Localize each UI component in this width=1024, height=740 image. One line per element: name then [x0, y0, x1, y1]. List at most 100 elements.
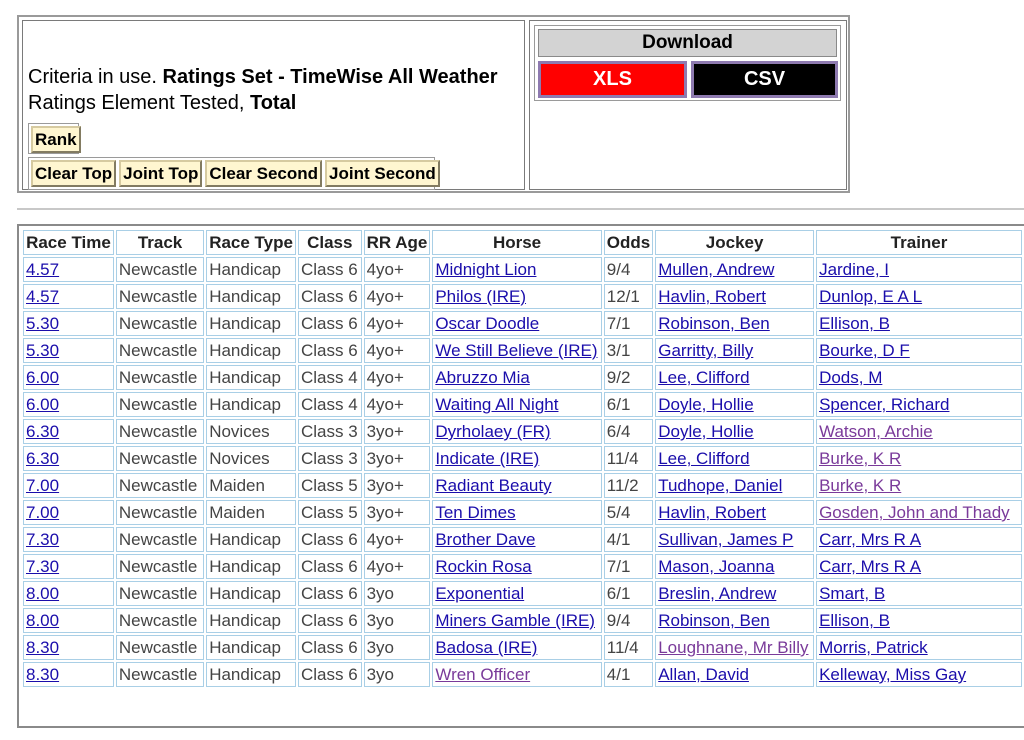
- race-time-link[interactable]: 8.30: [26, 665, 59, 684]
- horse-link[interactable]: We Still Believe (IRE): [435, 341, 597, 360]
- race-time-link[interactable]: 6.00: [26, 368, 59, 387]
- rank-button[interactable]: Rank: [31, 126, 81, 153]
- criteria-set-line: Criteria in use. Ratings Set - TimeWise …: [28, 65, 498, 89]
- horse-link[interactable]: Abruzzo Mia: [435, 368, 529, 387]
- cell-odds: 9/4: [603, 257, 654, 282]
- cell-trainer: Dods, M: [816, 365, 1022, 390]
- horse-link[interactable]: Ten Dimes: [435, 503, 515, 522]
- race-time-link[interactable]: 6.00: [26, 395, 59, 414]
- cell-race-time: 6.30: [23, 446, 114, 471]
- trainer-link[interactable]: Burke, K R: [819, 476, 901, 495]
- jockey-link[interactable]: Lee, Clifford: [658, 449, 749, 468]
- jockey-link[interactable]: Breslin, Andrew: [658, 584, 776, 603]
- jockey-link[interactable]: Tudhope, Daniel: [658, 476, 782, 495]
- trainer-link[interactable]: Ellison, B: [819, 314, 890, 333]
- race-time-link[interactable]: 7.30: [26, 557, 59, 576]
- jockey-link[interactable]: Mason, Joanna: [658, 557, 774, 576]
- race-time-link[interactable]: 8.00: [26, 611, 59, 630]
- cell-jockey: Havlin, Robert: [655, 284, 815, 309]
- cell-race-type: Handicap: [206, 581, 296, 606]
- horse-link[interactable]: Indicate (IRE): [435, 449, 539, 468]
- horse-link[interactable]: Waiting All Night: [435, 395, 558, 414]
- cell-jockey: Lee, Clifford: [655, 446, 815, 471]
- divider: [17, 208, 1024, 210]
- race-time-link[interactable]: 5.30: [26, 314, 59, 333]
- jockey-link[interactable]: Havlin, Robert: [658, 287, 766, 306]
- cell-jockey: Robinson, Ben: [655, 608, 815, 633]
- jockey-link[interactable]: Havlin, Robert: [658, 503, 766, 522]
- race-time-link[interactable]: 4.57: [26, 287, 59, 306]
- trainer-link[interactable]: Bourke, D F: [819, 341, 910, 360]
- race-time-link[interactable]: 4.57: [26, 260, 59, 279]
- trainer-link[interactable]: Jardine, I: [819, 260, 889, 279]
- race-time-link[interactable]: 6.30: [26, 449, 59, 468]
- race-time-link[interactable]: 8.00: [26, 584, 59, 603]
- cell-trainer: Ellison, B: [816, 608, 1022, 633]
- jockey-link[interactable]: Loughnane, Mr Billy: [658, 638, 808, 657]
- cell-race-type: Handicap: [206, 662, 296, 687]
- cell-rr-age: 4yo+: [363, 311, 431, 336]
- trainer-link[interactable]: Watson, Archie: [819, 422, 933, 441]
- race-time-link[interactable]: 5.30: [26, 341, 59, 360]
- trainer-link[interactable]: Morris, Patrick: [819, 638, 928, 657]
- horse-link[interactable]: Badosa (IRE): [435, 638, 537, 657]
- xls-download-button[interactable]: XLS: [538, 61, 687, 98]
- cell-race-type: Handicap: [206, 392, 296, 417]
- horse-link[interactable]: Rockin Rosa: [435, 557, 531, 576]
- cell-horse: Philos (IRE): [432, 284, 602, 309]
- horse-link[interactable]: Dyrholaey (FR): [435, 422, 550, 441]
- cell-jockey: Mason, Joanna: [655, 554, 815, 579]
- cell-race-time: 5.30: [23, 338, 114, 363]
- cell-race-time: 7.30: [23, 554, 114, 579]
- trainer-link[interactable]: Spencer, Richard: [819, 395, 949, 414]
- jockey-link[interactable]: Robinson, Ben: [658, 611, 770, 630]
- column-header-horse: Horse: [432, 230, 602, 255]
- cell-race-time: 7.00: [23, 473, 114, 498]
- race-time-link[interactable]: 7.00: [26, 503, 59, 522]
- horse-link[interactable]: Radiant Beauty: [435, 476, 551, 495]
- trainer-link[interactable]: Ellison, B: [819, 611, 890, 630]
- trainer-link[interactable]: Smart, B: [819, 584, 885, 603]
- cell-race-time: 8.30: [23, 635, 114, 660]
- joint-second-button[interactable]: Joint Second: [325, 160, 440, 187]
- cell-race-type: Handicap: [206, 608, 296, 633]
- jockey-link[interactable]: Doyle, Hollie: [658, 422, 753, 441]
- horse-link[interactable]: Midnight Lion: [435, 260, 536, 279]
- trainer-link[interactable]: Kelleway, Miss Gay: [819, 665, 966, 684]
- horse-link[interactable]: Philos (IRE): [435, 287, 526, 306]
- cell-class: Class 5: [297, 473, 362, 498]
- cell-trainer: Dunlop, E A L: [816, 284, 1022, 309]
- horse-link[interactable]: Exponential: [435, 584, 524, 603]
- jockey-link[interactable]: Robinson, Ben: [658, 314, 770, 333]
- trainer-link[interactable]: Dunlop, E A L: [819, 287, 922, 306]
- trainer-link[interactable]: Dods, M: [819, 368, 882, 387]
- trainer-link[interactable]: Carr, Mrs R A: [819, 530, 921, 549]
- horse-link[interactable]: Miners Gamble (IRE): [435, 611, 595, 630]
- trainer-link[interactable]: Gosden, John and Thady: [819, 503, 1010, 522]
- cell-class: Class 4: [297, 392, 362, 417]
- jockey-link[interactable]: Allan, David: [658, 665, 749, 684]
- cell-class: Class 6: [297, 581, 362, 606]
- trainer-link[interactable]: Carr, Mrs R A: [819, 557, 921, 576]
- trainer-link[interactable]: Burke, K R: [819, 449, 901, 468]
- horse-link[interactable]: Oscar Doodle: [435, 314, 539, 333]
- clear-second-button[interactable]: Clear Second: [205, 160, 323, 187]
- horse-link[interactable]: Wren Officer: [435, 665, 530, 684]
- race-time-link[interactable]: 7.30: [26, 530, 59, 549]
- joint-top-button[interactable]: Joint Top: [119, 160, 203, 187]
- cell-jockey: Lee, Clifford: [655, 365, 815, 390]
- cell-class: Class 6: [297, 311, 362, 336]
- jockey-link[interactable]: Garritty, Billy: [658, 341, 753, 360]
- race-time-link[interactable]: 8.30: [26, 638, 59, 657]
- horse-link[interactable]: Brother Dave: [435, 530, 535, 549]
- cell-race-time: 8.30: [23, 662, 114, 687]
- jockey-link[interactable]: Mullen, Andrew: [658, 260, 774, 279]
- jockey-link[interactable]: Doyle, Hollie: [658, 395, 753, 414]
- race-time-link[interactable]: 7.00: [26, 476, 59, 495]
- csv-download-button[interactable]: CSV: [691, 61, 838, 98]
- cell-race-type: Handicap: [206, 311, 296, 336]
- race-time-link[interactable]: 6.30: [26, 422, 59, 441]
- clear-top-button[interactable]: Clear Top: [31, 160, 117, 187]
- jockey-link[interactable]: Sullivan, James P: [658, 530, 793, 549]
- jockey-link[interactable]: Lee, Clifford: [658, 368, 749, 387]
